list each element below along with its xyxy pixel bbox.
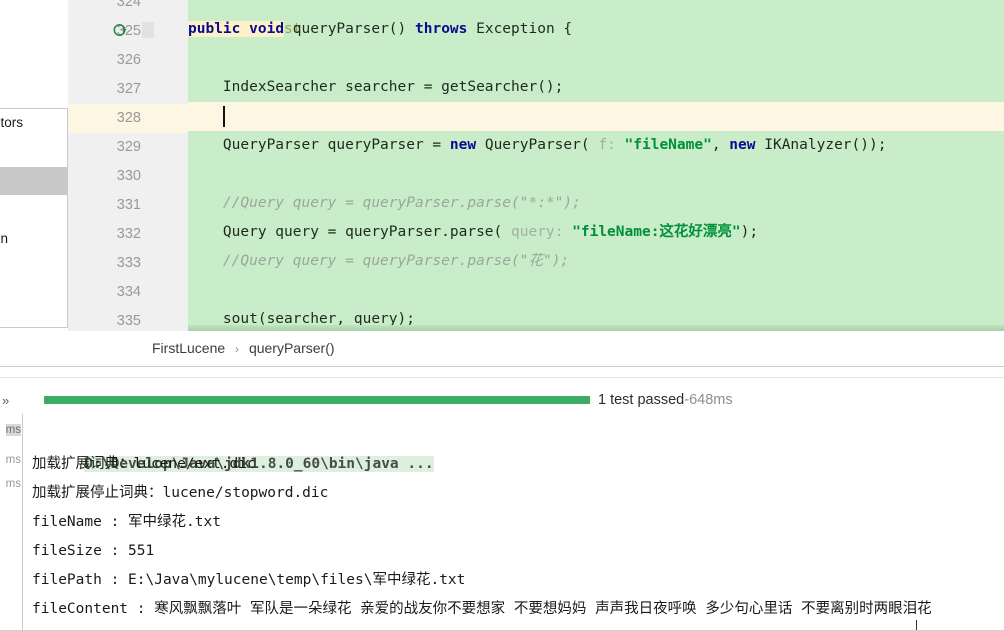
- console-line-5: filePath : E:\Java\mylucene\temp\files\军…: [32, 572, 466, 588]
- gutter-line-330[interactable]: 330: [68, 162, 188, 191]
- line-number: 326: [116, 52, 141, 68]
- console-line-2: 加载扩展停止词典：lucene/stopword.dic: [32, 485, 329, 501]
- stmt-queryparser-d: IKAnalyzer());: [755, 137, 887, 153]
- string-filename: "fileName": [615, 137, 712, 153]
- method-name: queryParser(): [284, 21, 415, 37]
- comment-star-query: //Query query = queryParser.parse("*:*")…: [188, 195, 581, 211]
- string-query-text: "fileName:这花好漂亮": [563, 224, 741, 240]
- test-time-0: ms: [5, 424, 21, 436]
- code-line-327[interactable]: IndexSearcher searcher = getSearcher();: [188, 73, 1004, 102]
- expand-chevrons-icon[interactable]: »: [2, 393, 18, 409]
- code-line-332[interactable]: Query query = queryParser.parse( query: …: [188, 218, 1004, 247]
- param-hint-f: f:: [598, 137, 616, 153]
- gutter-line-328[interactable]: 328: [68, 104, 188, 133]
- code-line-325[interactable]: public void queryParser() throws Excepti…: [188, 15, 1004, 44]
- breadcrumb-class[interactable]: FirstLucene: [152, 340, 225, 356]
- chevron-right-icon: ›: [235, 342, 240, 356]
- code-line-329[interactable]: QueryParser queryParser = new QueryParse…: [188, 131, 1004, 160]
- code-area[interactable]: @Test public void queryParser() throws E…: [188, 0, 1004, 331]
- gutter-line-334[interactable]: 334: [68, 278, 188, 307]
- gutter-line-335[interactable]: 335: [68, 307, 188, 331]
- keyword-public: public: [188, 21, 241, 37]
- line-number: 327: [116, 81, 141, 97]
- test-time-1: ms: [5, 454, 21, 466]
- console-line-command: D:\Develop\Java\jdk1.8.0_60\bin\java ...: [23, 421, 1004, 472]
- popup-item-1[interactable]: [0, 167, 67, 195]
- breadcrumb-method[interactable]: queryParser(): [249, 340, 335, 356]
- line-number: 324: [116, 0, 141, 10]
- test-duration: 648ms: [689, 392, 733, 408]
- code-line-324[interactable]: @Test: [188, 0, 1004, 37]
- breadcrumb: FirstLucene › queryParser(): [152, 331, 335, 366]
- gutter-line-329[interactable]: 329: [68, 133, 188, 162]
- popup-item-0[interactable]: otors: [0, 109, 67, 137]
- editor-gutter[interactable]: 324 325 326 327 328 329 330 331 332 333 …: [68, 0, 188, 331]
- console-output[interactable]: D:\Develop\Java\jdk1.8.0_60\bin\java ...…: [23, 414, 1004, 631]
- keyword-void: void: [249, 21, 285, 37]
- gutter-line-327[interactable]: 327: [68, 75, 188, 104]
- gutter-line-333[interactable]: 333: [68, 249, 188, 278]
- code-fold-marker[interactable]: [142, 22, 154, 38]
- comment-hua-query: //Query query = queryParser.parse("花");: [188, 253, 570, 269]
- line-number: 328: [116, 110, 141, 126]
- keyword-new-2: new: [729, 137, 756, 153]
- popup-item-2[interactable]: on: [0, 225, 67, 253]
- popup-spacer: [0, 137, 67, 167]
- stmt-query-b: );: [740, 224, 759, 240]
- console-line-6: fileContent : 寒风飘飘落叶 军队是一朵绿花 亲爱的战友你不要想家 …: [32, 601, 932, 617]
- line-number: 333: [116, 255, 141, 271]
- stmt-queryparser-c: ,: [711, 137, 730, 153]
- stmt-index-searcher: IndexSearcher searcher = getSearcher();: [188, 79, 564, 95]
- gutter-line-325[interactable]: 325: [68, 17, 188, 46]
- stmt-query-a: Query query = queryParser.parse(: [188, 224, 512, 240]
- gutter-line-324[interactable]: 324: [68, 0, 188, 17]
- gutter-line-331[interactable]: 331: [68, 191, 188, 220]
- line-number: 331: [116, 197, 141, 213]
- code-line-328[interactable]: [188, 102, 1004, 131]
- gutter-line-326[interactable]: 326: [68, 46, 188, 75]
- line-number: 335: [116, 313, 141, 329]
- line-number: 329: [116, 139, 141, 155]
- code-line-326[interactable]: [188, 44, 1004, 73]
- popup-spacer-2: [0, 195, 67, 225]
- line-number: 332: [116, 226, 141, 242]
- code-line-331[interactable]: //Query query = queryParser.parse("*:*")…: [188, 189, 1004, 218]
- exception-tail: Exception {: [467, 21, 573, 37]
- code-line-330[interactable]: [188, 160, 1004, 189]
- tests-passed-label: 1 test passed: [598, 392, 685, 408]
- test-tree-sliver[interactable]: ms ms ms: [0, 420, 22, 631]
- gutter-line-332[interactable]: 332: [68, 220, 188, 249]
- test-time-2: ms: [5, 478, 21, 490]
- test-status-text: 1 test passed-648ms: [598, 388, 733, 412]
- run-test-icon[interactable]: [112, 22, 130, 40]
- console-caret: [916, 620, 917, 630]
- param-hint-query: query:: [511, 224, 564, 240]
- editor-region: otors on 324 325 326: [0, 0, 1004, 331]
- keyword-throws: throws: [415, 21, 468, 37]
- console-line-1: 加载扩展词典：lucene/ext.dic: [32, 456, 256, 472]
- test-progress-bar: [44, 396, 590, 404]
- ide-window: otors on 324 325 326: [0, 0, 1004, 631]
- text-caret: [223, 106, 225, 127]
- line-number: 334: [116, 284, 141, 300]
- code-line-334[interactable]: [188, 276, 1004, 305]
- test-progress-area: 1 test passed-648ms: [20, 366, 1004, 408]
- console-line-3: fileName : 军中绿花.txt: [32, 514, 221, 530]
- stmt-queryparser-b: QueryParser(: [476, 137, 599, 153]
- stmt-queryparser-a: QueryParser queryParser =: [188, 137, 450, 153]
- keyword-new-1: new: [449, 137, 477, 153]
- left-cutoff-popup[interactable]: otors on: [0, 108, 68, 328]
- breadcrumb-bar: FirstLucene › queryParser(): [0, 331, 1004, 367]
- code-line-333[interactable]: //Query query = queryParser.parse("花");: [188, 247, 1004, 276]
- console-line-4: fileSize : 551: [32, 543, 155, 559]
- line-number: 330: [116, 168, 141, 184]
